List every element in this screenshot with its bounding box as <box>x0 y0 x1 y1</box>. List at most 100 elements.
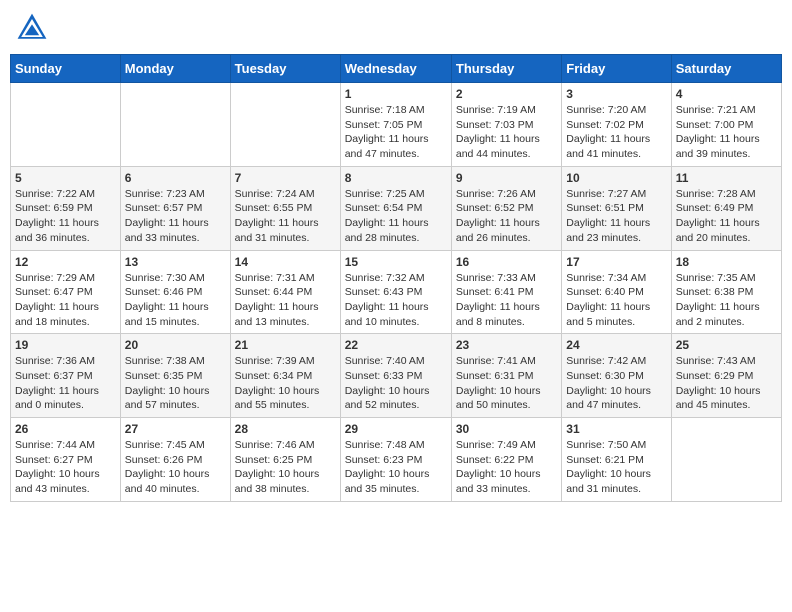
day-info: Sunrise: 7:18 AM Sunset: 7:05 PM Dayligh… <box>345 103 447 162</box>
day-info: Sunrise: 7:27 AM Sunset: 6:51 PM Dayligh… <box>566 187 666 246</box>
calendar-cell: 26 Sunrise: 7:44 AM Sunset: 6:27 PM Dayli… <box>11 418 121 502</box>
calendar-cell: 30Sunrise: 7:49 AM Sunset: 6:22 PM Dayli… <box>451 418 561 502</box>
day-number: 25 <box>676 338 777 352</box>
day-number: 28 <box>235 422 336 436</box>
day-info: Sunrise: 7:48 AM Sunset: 6:23 PM Dayligh… <box>345 438 447 497</box>
calendar-cell: 5 Sunrise: 7:22 AM Sunset: 6:59 PM Daylig… <box>11 166 121 250</box>
day-number: 15 <box>345 255 447 269</box>
day-info: Sunrise: 7:44 AM Sunset: 6:27 PM Dayligh… <box>15 438 116 497</box>
calendar-cell: 14 Sunrise: 7:31 AM Sunset: 6:44 PM Dayli… <box>230 250 340 334</box>
day-number: 21 <box>235 338 336 352</box>
day-number: 24 <box>566 338 666 352</box>
day-info: Sunrise: 7:30 AM Sunset: 6:46 PM Dayligh… <box>125 271 226 330</box>
day-number: 30 <box>456 422 557 436</box>
calendar-cell: 10 Sunrise: 7:27 AM Sunset: 6:51 PM Dayli… <box>562 166 671 250</box>
day-number: 27 <box>125 422 226 436</box>
calendar-cell: 2Sunrise: 7:19 AM Sunset: 7:03 PM Daylig… <box>451 83 561 167</box>
day-info: Sunrise: 7:45 AM Sunset: 6:26 PM Dayligh… <box>125 438 226 497</box>
day-info: Sunrise: 7:32 AM Sunset: 6:43 PM Dayligh… <box>345 271 447 330</box>
day-number: 5 <box>15 171 116 185</box>
day-info: Sunrise: 7:29 AM Sunset: 6:47 PM Dayligh… <box>15 271 116 330</box>
day-header-thursday: Thursday <box>451 55 561 83</box>
day-number: 1 <box>345 87 447 101</box>
day-info: Sunrise: 7:38 AM Sunset: 6:35 PM Dayligh… <box>125 354 226 413</box>
day-number: 20 <box>125 338 226 352</box>
calendar-cell <box>120 83 230 167</box>
calendar-cell: 21 Sunrise: 7:39 AM Sunset: 6:34 PM Dayli… <box>230 334 340 418</box>
day-header-saturday: Saturday <box>671 55 781 83</box>
calendar-cell: 13 Sunrise: 7:30 AM Sunset: 6:46 PM Dayli… <box>120 250 230 334</box>
day-number: 9 <box>456 171 557 185</box>
calendar-cell: 3 Sunrise: 7:20 AM Sunset: 7:02 PM Daylig… <box>562 83 671 167</box>
calendar-cell: 4 Sunrise: 7:21 AM Sunset: 7:00 PM Daylig… <box>671 83 781 167</box>
day-header-friday: Friday <box>562 55 671 83</box>
day-number: 22 <box>345 338 447 352</box>
calendar-cell: 9Sunrise: 7:26 AM Sunset: 6:52 PM Daylig… <box>451 166 561 250</box>
day-number: 18 <box>676 255 777 269</box>
day-info: Sunrise: 7:28 AM Sunset: 6:49 PM Dayligh… <box>676 187 777 246</box>
calendar-cell: 16 Sunrise: 7:33 AM Sunset: 6:41 PM Dayli… <box>451 250 561 334</box>
day-number: 6 <box>125 171 226 185</box>
day-number: 23 <box>456 338 557 352</box>
calendar-cell: 29 Sunrise: 7:48 AM Sunset: 6:23 PM Dayli… <box>340 418 451 502</box>
day-info: Sunrise: 7:19 AM Sunset: 7:03 PM Dayligh… <box>456 103 557 162</box>
day-number: 11 <box>676 171 777 185</box>
day-number: 12 <box>15 255 116 269</box>
day-number: 10 <box>566 171 666 185</box>
calendar-cell: 28 Sunrise: 7:46 AM Sunset: 6:25 PM Dayli… <box>230 418 340 502</box>
day-info: Sunrise: 7:23 AM Sunset: 6:57 PM Dayligh… <box>125 187 226 246</box>
calendar-cell: 18 Sunrise: 7:35 AM Sunset: 6:38 PM Dayli… <box>671 250 781 334</box>
day-number: 3 <box>566 87 666 101</box>
logo <box>14 10 54 46</box>
day-info: Sunrise: 7:20 AM Sunset: 7:02 PM Dayligh… <box>566 103 666 162</box>
day-info: Sunrise: 7:41 AM Sunset: 6:31 PM Dayligh… <box>456 354 557 413</box>
calendar-cell: 15 Sunrise: 7:32 AM Sunset: 6:43 PM Dayli… <box>340 250 451 334</box>
day-info: Sunrise: 7:33 AM Sunset: 6:41 PM Dayligh… <box>456 271 557 330</box>
calendar-cell: 24 Sunrise: 7:42 AM Sunset: 6:30 PM Dayli… <box>562 334 671 418</box>
calendar-cell: 27 Sunrise: 7:45 AM Sunset: 6:26 PM Dayli… <box>120 418 230 502</box>
day-number: 16 <box>456 255 557 269</box>
day-number: 13 <box>125 255 226 269</box>
day-number: 8 <box>345 171 447 185</box>
calendar-week-row: 12 Sunrise: 7:29 AM Sunset: 6:47 PM Dayli… <box>11 250 782 334</box>
calendar-cell: 25Sunrise: 7:43 AM Sunset: 6:29 PM Dayli… <box>671 334 781 418</box>
day-header-monday: Monday <box>120 55 230 83</box>
calendar-week-row: 26 Sunrise: 7:44 AM Sunset: 6:27 PM Dayli… <box>11 418 782 502</box>
calendar-cell <box>11 83 121 167</box>
day-info: Sunrise: 7:25 AM Sunset: 6:54 PM Dayligh… <box>345 187 447 246</box>
day-info: Sunrise: 7:22 AM Sunset: 6:59 PM Dayligh… <box>15 187 116 246</box>
day-info: Sunrise: 7:42 AM Sunset: 6:30 PM Dayligh… <box>566 354 666 413</box>
day-number: 7 <box>235 171 336 185</box>
day-info: Sunrise: 7:34 AM Sunset: 6:40 PM Dayligh… <box>566 271 666 330</box>
day-info: Sunrise: 7:24 AM Sunset: 6:55 PM Dayligh… <box>235 187 336 246</box>
calendar-cell: 20 Sunrise: 7:38 AM Sunset: 6:35 PM Dayli… <box>120 334 230 418</box>
day-info: Sunrise: 7:46 AM Sunset: 6:25 PM Dayligh… <box>235 438 336 497</box>
day-number: 4 <box>676 87 777 101</box>
day-number: 17 <box>566 255 666 269</box>
calendar-cell: 19 Sunrise: 7:36 AM Sunset: 6:37 PM Dayli… <box>11 334 121 418</box>
day-number: 29 <box>345 422 447 436</box>
day-number: 19 <box>15 338 116 352</box>
calendar-week-row: 1 Sunrise: 7:18 AM Sunset: 7:05 PM Daylig… <box>11 83 782 167</box>
calendar-cell: 12 Sunrise: 7:29 AM Sunset: 6:47 PM Dayli… <box>11 250 121 334</box>
day-header-wednesday: Wednesday <box>340 55 451 83</box>
day-number: 14 <box>235 255 336 269</box>
day-info: Sunrise: 7:36 AM Sunset: 6:37 PM Dayligh… <box>15 354 116 413</box>
day-number: 31 <box>566 422 666 436</box>
day-number: 26 <box>15 422 116 436</box>
calendar-week-row: 5 Sunrise: 7:22 AM Sunset: 6:59 PM Daylig… <box>11 166 782 250</box>
day-header-sunday: Sunday <box>11 55 121 83</box>
day-info: Sunrise: 7:21 AM Sunset: 7:00 PM Dayligh… <box>676 103 777 162</box>
calendar-cell: 7 Sunrise: 7:24 AM Sunset: 6:55 PM Daylig… <box>230 166 340 250</box>
calendar-cell: 22 Sunrise: 7:40 AM Sunset: 6:33 PM Dayli… <box>340 334 451 418</box>
calendar-cell: 6 Sunrise: 7:23 AM Sunset: 6:57 PM Daylig… <box>120 166 230 250</box>
day-info: Sunrise: 7:39 AM Sunset: 6:34 PM Dayligh… <box>235 354 336 413</box>
day-info: Sunrise: 7:40 AM Sunset: 6:33 PM Dayligh… <box>345 354 447 413</box>
day-header-tuesday: Tuesday <box>230 55 340 83</box>
calendar-cell: 17 Sunrise: 7:34 AM Sunset: 6:40 PM Dayli… <box>562 250 671 334</box>
calendar-header-row: SundayMondayTuesdayWednesdayThursdayFrid… <box>11 55 782 83</box>
day-info: Sunrise: 7:50 AM Sunset: 6:21 PM Dayligh… <box>566 438 666 497</box>
calendar-cell: 31 Sunrise: 7:50 AM Sunset: 6:21 PM Dayli… <box>562 418 671 502</box>
day-info: Sunrise: 7:35 AM Sunset: 6:38 PM Dayligh… <box>676 271 777 330</box>
day-info: Sunrise: 7:31 AM Sunset: 6:44 PM Dayligh… <box>235 271 336 330</box>
